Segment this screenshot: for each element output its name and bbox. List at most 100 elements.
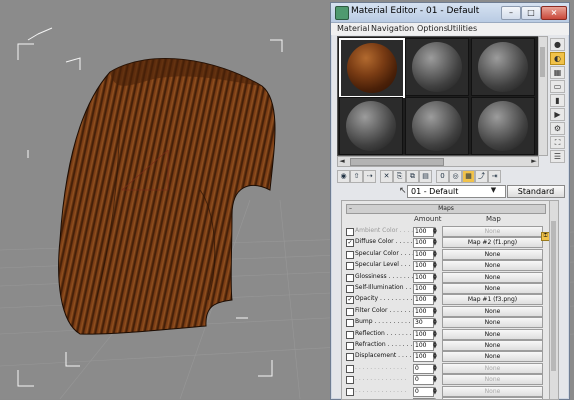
amount-spinner-icon[interactable]: ▲▼: [433, 295, 438, 304]
map-slot-button[interactable]: None: [442, 260, 543, 272]
map-amount-field[interactable]: 100: [413, 249, 434, 260]
make-preview-icon[interactable]: ▶: [550, 108, 565, 121]
material-editor-window[interactable]: Material Editor - 01 - Default – □ × Mat…: [330, 2, 570, 400]
menu-utilities[interactable]: Utilities: [447, 24, 477, 33]
amount-spinner-icon[interactable]: ▲▼: [433, 272, 438, 281]
map-amount-field[interactable]: 0: [413, 363, 434, 374]
material-navigator-icon[interactable]: ☰: [550, 150, 565, 163]
get-material-icon[interactable]: ◉: [337, 170, 350, 183]
scroll-left-icon[interactable]: ◄: [338, 157, 346, 166]
show-end-result-icon[interactable]: ▦: [462, 170, 475, 183]
material-slot[interactable]: [405, 38, 469, 96]
material-effects-channel-icon[interactable]: 0: [436, 170, 449, 183]
put-to-scene-icon[interactable]: ⇧: [350, 170, 363, 183]
map-enable-checkbox[interactable]: [346, 250, 354, 259]
map-enable-checkbox[interactable]: [346, 262, 354, 271]
go-forward-to-sibling-icon[interactable]: ⇥: [488, 170, 501, 183]
copy-material-icon[interactable]: ⎘: [393, 170, 406, 183]
material-slot-active[interactable]: [339, 38, 405, 98]
slots-vertical-scrollbar[interactable]: [538, 36, 548, 156]
chevron-down-icon[interactable]: ▼: [489, 186, 498, 195]
show-map-in-viewport-icon[interactable]: ◎: [449, 170, 462, 183]
map-enable-checkbox[interactable]: [346, 319, 354, 328]
uv-tiling-icon[interactable]: ▭: [550, 80, 565, 93]
map-enable-checkbox[interactable]: [346, 285, 354, 293]
map-slot-button[interactable]: None: [442, 226, 543, 237]
map-slot-button[interactable]: None: [442, 248, 543, 260]
amount-spinner-icon[interactable]: ▲▼: [433, 352, 438, 361]
maximize-button[interactable]: □: [521, 6, 541, 20]
amount-spinner-icon[interactable]: ▲▼: [433, 341, 438, 350]
map-amount-field[interactable]: 30: [413, 318, 434, 329]
material-slot[interactable]: [471, 97, 535, 155]
map-enable-checkbox[interactable]: [346, 364, 354, 373]
map-enable-checkbox[interactable]: [346, 387, 354, 396]
background-icon[interactable]: ▦: [550, 66, 565, 79]
map-slot-button[interactable]: None: [442, 317, 543, 329]
map-slot-button[interactable]: None: [442, 340, 543, 351]
material-type-button[interactable]: Standard: [507, 185, 565, 198]
assign-to-selection-icon[interactable]: ⇢: [363, 170, 376, 183]
amount-spinner-icon[interactable]: ▲▼: [433, 261, 438, 270]
amount-spinner-icon[interactable]: ▲▼: [433, 386, 438, 395]
map-amount-field[interactable]: 100: [413, 272, 434, 283]
amount-spinner-icon[interactable]: ▲▼: [433, 329, 438, 338]
amount-spinner-icon[interactable]: ▲▼: [433, 249, 438, 258]
map-slot-button[interactable]: None: [442, 362, 543, 374]
map-slot-button[interactable]: Map #1 (f3.png): [442, 294, 543, 306]
scroll-right-icon[interactable]: ►: [530, 157, 538, 166]
amount-spinner-icon[interactable]: ▲▼: [433, 306, 438, 315]
amount-spinner-icon[interactable]: ▲▼: [433, 363, 438, 372]
make-unique-icon[interactable]: ⧉: [406, 170, 419, 183]
map-slot-button[interactable]: None: [442, 351, 543, 363]
material-slot[interactable]: [339, 97, 403, 155]
scroll-thumb[interactable]: [551, 221, 556, 371]
reset-map-icon[interactable]: ✕: [380, 170, 393, 183]
map-amount-field[interactable]: 100: [413, 284, 434, 294]
map-slot-button[interactable]: Map #2 (f1.png): [442, 237, 543, 249]
map-enable-checkbox[interactable]: [346, 330, 354, 339]
map-slot-button[interactable]: None: [442, 374, 543, 386]
pick-material-from-object-icon[interactable]: ↖: [399, 186, 407, 196]
map-amount-field[interactable]: 100: [413, 227, 434, 237]
amount-spinner-icon[interactable]: ▲▼: [433, 318, 438, 327]
options-icon[interactable]: ⚙: [550, 122, 565, 135]
map-slot-button[interactable]: None: [442, 328, 543, 340]
amount-spinner-icon[interactable]: ▲▼: [433, 284, 438, 293]
map-amount-field[interactable]: 100: [413, 352, 434, 363]
video-color-check-icon[interactable]: ▮: [550, 94, 565, 107]
map-enable-checkbox[interactable]: [346, 307, 354, 316]
map-enable-checkbox[interactable]: [346, 342, 354, 350]
sample-type-icon[interactable]: ●: [550, 38, 565, 51]
scroll-thumb[interactable]: [540, 47, 545, 77]
menu-material[interactable]: Material: [337, 24, 370, 33]
map-slot-button[interactable]: None: [442, 305, 543, 317]
map-amount-field[interactable]: 100: [413, 329, 434, 340]
close-button[interactable]: ×: [541, 6, 567, 20]
map-enable-checkbox[interactable]: [346, 273, 354, 282]
panel-vertical-scrollbar[interactable]: [549, 200, 559, 400]
amount-spinner-icon[interactable]: ▲▼: [433, 375, 438, 384]
map-enable-checkbox[interactable]: [346, 228, 354, 236]
material-slot[interactable]: [405, 97, 469, 155]
map-amount-field[interactable]: 100: [413, 261, 434, 272]
menu-options[interactable]: Options: [417, 24, 448, 33]
map-slot-button[interactable]: None: [442, 385, 543, 397]
map-amount-field[interactable]: 100: [413, 341, 434, 351]
select-by-material-icon[interactable]: ⛶: [550, 136, 565, 149]
map-amount-field[interactable]: 0: [413, 375, 434, 386]
title-bar[interactable]: Material Editor - 01 - Default – □ ×: [331, 3, 569, 23]
amount-spinner-icon[interactable]: ▲▼: [433, 238, 438, 247]
map-amount-field[interactable]: 100: [413, 238, 434, 249]
map-enable-checkbox[interactable]: ✓: [346, 239, 354, 248]
map-slot-button[interactable]: None: [442, 283, 543, 294]
map-amount-field[interactable]: 0: [413, 386, 434, 397]
map-amount-field[interactable]: 100: [413, 295, 434, 306]
minimize-button[interactable]: –: [501, 6, 521, 20]
go-to-parent-icon[interactable]: ⤴: [475, 170, 488, 183]
scroll-thumb[interactable]: [350, 158, 444, 166]
amount-spinner-icon[interactable]: ▲▼: [433, 227, 438, 236]
put-to-library-icon[interactable]: ▤: [419, 170, 432, 183]
menu-navigation[interactable]: Navigation: [371, 24, 414, 33]
map-enable-checkbox[interactable]: [346, 376, 354, 385]
